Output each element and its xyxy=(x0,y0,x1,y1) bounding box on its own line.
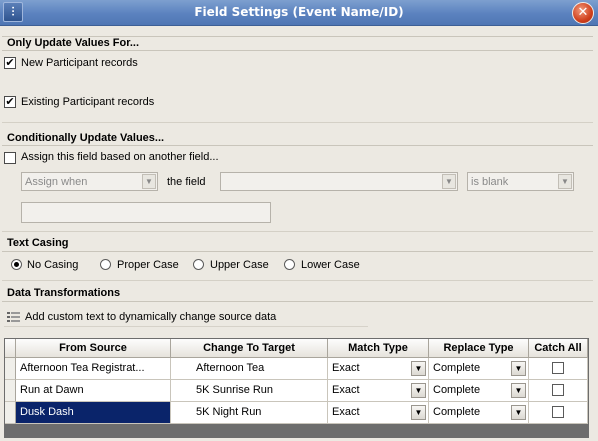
assign-field-label: Assign this field based on another field… xyxy=(21,151,219,163)
chevron-down-icon[interactable]: ▼ xyxy=(411,405,426,420)
table-cell-to[interactable]: 5K Sunrise Run xyxy=(171,380,328,402)
only-update-group: Only Update Values For... xyxy=(2,36,593,122)
match-type-value: Exact xyxy=(332,362,360,374)
only-update-title: Only Update Values For... xyxy=(7,37,140,49)
match-type-value: Exact xyxy=(332,384,360,396)
table-cell-from[interactable]: Afternoon Tea Registrat... xyxy=(16,358,171,380)
chevron-down-icon[interactable]: ▼ xyxy=(511,383,526,398)
catch-all-checkbox[interactable] xyxy=(552,406,564,418)
match-type-value: Exact xyxy=(332,406,360,418)
table-cell-match[interactable]: Exact ▼ xyxy=(328,402,429,424)
table-cell-catch-all xyxy=(529,358,588,380)
replace-type-value: Complete xyxy=(433,362,481,374)
table-cell-to[interactable]: 5K Night Run xyxy=(171,402,328,424)
column-change-to-target[interactable]: Change To Target xyxy=(171,339,328,358)
table-cell-catch-all xyxy=(529,402,588,424)
row-header[interactable] xyxy=(5,402,16,424)
table-cell-from[interactable]: Dusk Dash xyxy=(16,402,171,424)
radio-lower-case-label: Lower Case xyxy=(301,259,360,271)
radio-upper-case-label: Upper Case xyxy=(210,259,269,271)
conditional-title: Conditionally Update Values... xyxy=(7,132,165,144)
chevron-down-icon[interactable]: ▼ xyxy=(411,361,426,376)
add-custom-text-label: Add custom text to dynamically change so… xyxy=(25,311,277,323)
transformations-title: Data Transformations xyxy=(7,287,121,299)
table-cell-match[interactable]: Exact ▼ xyxy=(328,358,429,380)
radio-upper-case[interactable] xyxy=(193,259,204,270)
table-cell-from[interactable]: Run at Dawn xyxy=(16,380,171,402)
title-bar: ⫶ Field Settings (Event Name/ID) ✕ xyxy=(0,0,598,26)
new-participant-checkbox[interactable]: ✔ xyxy=(4,57,16,69)
condition-value-input[interactable] xyxy=(21,202,271,223)
column-match-type[interactable]: Match Type xyxy=(328,339,429,358)
catch-all-checkbox[interactable] xyxy=(552,362,564,374)
condition-value: is blank xyxy=(471,176,509,188)
chevron-down-icon[interactable]: ▼ xyxy=(511,361,526,376)
add-custom-text-button[interactable]: Add custom text to dynamically change so… xyxy=(4,309,368,327)
chevron-down-icon: ▼ xyxy=(442,174,456,189)
table-cell-replace[interactable]: Complete ▼ xyxy=(429,358,529,380)
radio-no-casing[interactable] xyxy=(11,259,22,270)
assign-when-value: Assign when xyxy=(25,176,88,188)
table-cell-catch-all xyxy=(529,380,588,402)
catch-all-checkbox[interactable] xyxy=(552,384,564,396)
radio-no-casing-label: No Casing xyxy=(27,259,79,271)
radio-selected-dot xyxy=(14,262,19,267)
column-catch-all[interactable]: Catch All xyxy=(529,339,588,358)
chevron-down-icon[interactable]: ▼ xyxy=(511,405,526,420)
radio-proper-case-label: Proper Case xyxy=(117,259,179,271)
existing-participant-label: Existing Participant records xyxy=(21,96,155,108)
table-cell-to[interactable]: Afternoon Tea xyxy=(171,358,328,380)
source-field-select[interactable]: ▼ xyxy=(220,172,458,191)
chevron-down-icon: ▼ xyxy=(142,174,156,189)
assign-field-checkbox[interactable] xyxy=(4,152,16,164)
condition-select[interactable]: is blank ▼ xyxy=(467,172,574,191)
column-from-source[interactable]: From Source xyxy=(16,339,171,358)
new-participant-label: New Participant records xyxy=(21,57,138,69)
the-field-label: the field xyxy=(167,176,206,188)
table-cell-replace[interactable]: Complete ▼ xyxy=(429,380,529,402)
existing-participant-checkbox[interactable]: ✔ xyxy=(4,96,16,108)
transformations-grid: From Source Change To Target Match Type … xyxy=(4,338,589,438)
window-title: Field Settings (Event Name/ID) xyxy=(194,5,404,19)
radio-proper-case[interactable] xyxy=(100,259,111,270)
table-cell-match[interactable]: Exact ▼ xyxy=(328,380,429,402)
add-text-icon xyxy=(7,312,20,322)
close-icon[interactable]: ✕ xyxy=(572,2,594,24)
table-cell-replace[interactable]: Complete ▼ xyxy=(429,402,529,424)
chevron-down-icon[interactable]: ▼ xyxy=(411,383,426,398)
row-header[interactable] xyxy=(5,358,16,380)
text-casing-title: Text Casing xyxy=(7,237,69,249)
column-replace-type[interactable]: Replace Type xyxy=(429,339,529,358)
radio-lower-case[interactable] xyxy=(284,259,295,270)
replace-type-value: Complete xyxy=(433,406,481,418)
row-header[interactable] xyxy=(5,380,16,402)
assign-when-select[interactable]: Assign when ▼ xyxy=(21,172,158,191)
grid-corner xyxy=(5,339,16,358)
chevron-down-icon: ▼ xyxy=(558,174,572,189)
replace-type-value: Complete xyxy=(433,384,481,396)
